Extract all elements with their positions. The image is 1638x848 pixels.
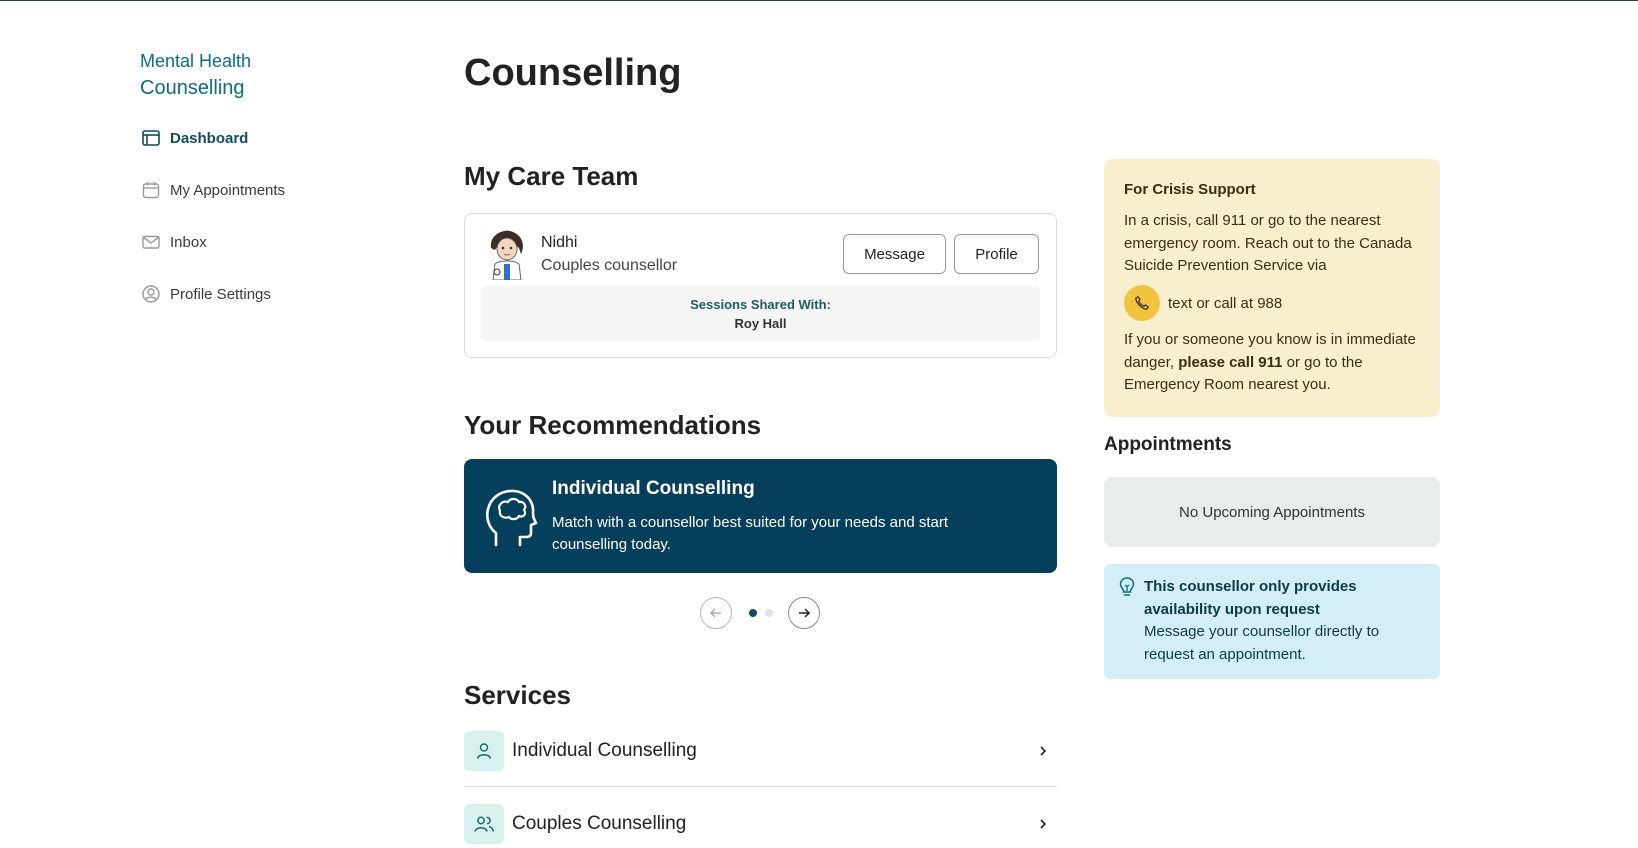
calendar-icon	[140, 179, 162, 201]
arrow-left-icon	[710, 608, 721, 618]
people-icon	[464, 804, 504, 844]
appointments-heading: Appointments	[1104, 434, 1232, 455]
recommendation-card[interactable]: Individual Counselling Match with a coun…	[464, 459, 1057, 573]
sidebar-item-profile-settings[interactable]: Profile Settings	[140, 282, 285, 306]
crisis-emergency-text: If you or someone you know is in immedia…	[1124, 331, 1416, 393]
availability-notice: This counsellor only provides availabili…	[1104, 564, 1440, 679]
head-brain-icon	[482, 487, 538, 547]
crisis-support-box: For Crisis Support In a crisis, call 911…	[1104, 159, 1440, 417]
sidebar-item-dashboard[interactable]: Dashboard	[140, 126, 285, 150]
chevron-right-icon	[1035, 816, 1051, 832]
no-appointments-box: No Upcoming Appointments	[1104, 477, 1440, 547]
mail-icon	[140, 231, 162, 253]
carousel-dot-1[interactable]	[749, 609, 757, 617]
chevron-right-icon	[1035, 743, 1051, 759]
recommendations-heading: Your Recommendations	[464, 410, 762, 440]
arrow-right-icon	[799, 608, 811, 618]
phone-icon	[1124, 285, 1160, 321]
care-team-card: Nidhi Couples counsellor Message Profile…	[464, 213, 1057, 358]
crisis-text: In a crisis, call 911 or go to the neare…	[1124, 212, 1412, 274]
sidebar-item-inbox[interactable]: Inbox	[140, 230, 285, 254]
carousel-next-button[interactable]	[788, 597, 820, 629]
page-title: Counselling	[464, 52, 682, 94]
crisis-heading: For Crisis Support	[1124, 181, 1256, 198]
dashboard-icon	[140, 127, 162, 149]
sidebar-item-my-appointments[interactable]: My Appointments	[140, 178, 285, 202]
user-circle-icon	[140, 283, 162, 305]
person-icon	[464, 731, 504, 771]
brand-line-2: Counselling	[140, 77, 245, 99]
counsellor-role: Couples counsellor	[541, 257, 678, 274]
sessions-shared-name: Roy Hall	[734, 316, 787, 331]
service-label: Individual Counselling	[512, 740, 697, 761]
counsellor-name: Nidhi	[541, 234, 578, 251]
profile-button[interactable]: Profile	[954, 234, 1039, 274]
carousel-controls	[700, 597, 822, 631]
sidebar-item-label: Inbox	[170, 233, 207, 251]
service-individual-counselling[interactable]: Individual Counselling	[464, 731, 1057, 771]
sidebar-item-label: Profile Settings	[170, 285, 271, 303]
service-label: Couples Counselling	[512, 813, 687, 834]
counsellor-avatar	[483, 228, 529, 281]
crisis-phone-link[interactable]: text or call at 988	[1124, 285, 1282, 321]
availability-notice-title: This counsellor only provides availabili…	[1144, 578, 1357, 618]
sidebar-item-label: Dashboard	[170, 129, 249, 147]
service-couples-counselling[interactable]: Couples Counselling	[464, 804, 1057, 844]
services-heading: Services	[464, 680, 571, 710]
care-team-heading: My Care Team	[464, 161, 639, 191]
recommendation-description: Match with a counsellor best suited for …	[552, 514, 949, 553]
top-border	[0, 0, 1638, 1]
brand-line-1: Mental Health	[140, 51, 252, 71]
carousel-prev-button[interactable]	[700, 597, 732, 629]
services-divider	[464, 786, 1057, 787]
sidebar-item-label: My Appointments	[170, 181, 286, 199]
sessions-shared-label: Sessions Shared With:	[690, 297, 831, 312]
brand-logo[interactable]: Mental Health Counselling	[140, 48, 251, 102]
crisis-phone-text: text or call at 988	[1168, 294, 1283, 312]
message-button[interactable]: Message	[843, 234, 946, 274]
lightbulb-icon	[1118, 576, 1138, 598]
availability-notice-desc: Message your counsellor directly to requ…	[1144, 623, 1380, 663]
carousel-dot-2[interactable]	[765, 609, 773, 617]
sidebar-nav: Dashboard My Appointments Inbox Profile …	[140, 126, 285, 334]
sessions-shared-box: Sessions Shared With: Roy Hall	[481, 286, 1040, 341]
recommendation-title: Individual Counselling	[552, 478, 755, 499]
